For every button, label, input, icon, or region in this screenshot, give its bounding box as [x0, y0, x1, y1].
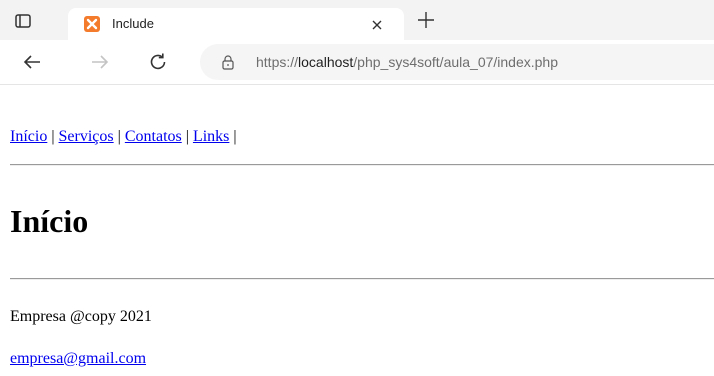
menu-separator: |: [117, 128, 121, 145]
browser-window: Include https://localhost/php_sys4soft/a…: [0, 0, 714, 376]
url-scheme: https://: [256, 54, 299, 70]
lock-icon[interactable]: [220, 54, 236, 70]
menu-separator: |: [185, 128, 189, 145]
xampp-icon: [84, 16, 100, 32]
tab-strip: Include: [0, 0, 714, 40]
footer-copyright: Empresa @copy 2021: [10, 308, 152, 325]
nav-link-inicio[interactable]: Início: [10, 128, 47, 145]
bottom-divider: [10, 278, 714, 280]
tab-include[interactable]: Include: [68, 8, 404, 40]
nav-link-contatos[interactable]: Contatos: [125, 128, 182, 145]
nav-link-servicos[interactable]: Serviços: [59, 128, 114, 145]
footer-email-link[interactable]: empresa@gmail.com: [10, 349, 146, 369]
menu-separator: |: [233, 128, 237, 145]
tab-title: Include: [112, 16, 154, 31]
nav-link-links[interactable]: Links: [193, 128, 229, 145]
page-content: Início | Serviços | Contatos | Links | I…: [0, 85, 714, 376]
address-bar[interactable]: https://localhost/php_sys4soft/aula_07/i…: [200, 44, 714, 80]
url-text[interactable]: https://localhost/php_sys4soft/aula_07/i…: [256, 53, 558, 71]
menu-separator: |: [51, 128, 55, 145]
url-host: localhost: [298, 54, 354, 70]
tab-actions-icon[interactable]: [14, 12, 32, 30]
browser-toolbar: https://localhost/php_sys4soft/aula_07/i…: [0, 40, 714, 85]
top-divider: [10, 164, 714, 166]
url-path: /php_sys4soft/aula_07/index.php: [353, 54, 559, 70]
close-icon[interactable]: [368, 16, 386, 34]
new-tab-icon[interactable]: [414, 8, 438, 32]
nav-menu: Início | Serviços | Contatos | Links |: [10, 127, 237, 147]
reload-icon[interactable]: [146, 50, 170, 74]
back-arrow-icon[interactable]: [20, 50, 44, 74]
forward-arrow-icon[interactable]: [88, 50, 112, 74]
page-title: Início: [10, 203, 89, 239]
